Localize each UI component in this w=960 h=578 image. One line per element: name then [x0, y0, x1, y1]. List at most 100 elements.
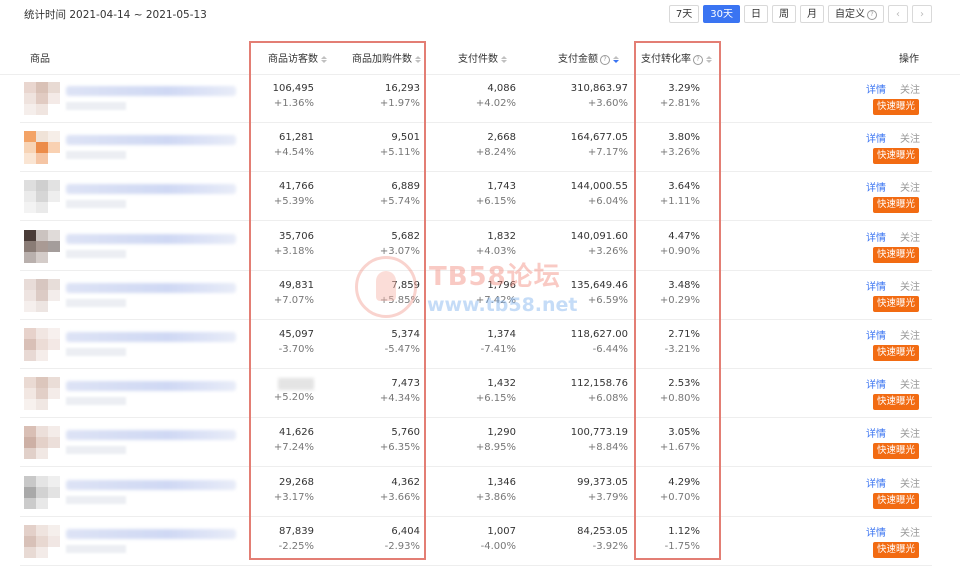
sort-icon	[415, 56, 421, 63]
paid-items-change: -7.41%	[480, 344, 516, 355]
quick-expose-button[interactable]: 快速曝光	[873, 295, 920, 312]
paid-items-value: 1,832	[487, 230, 516, 242]
paid-items-value: 1,346	[487, 476, 516, 488]
paid-items-cell: 4,086 +4.02%	[476, 81, 516, 111]
period-30d-button[interactable]: 30天	[703, 5, 740, 23]
quick-expose-button[interactable]: 快速曝光	[873, 443, 920, 460]
cart-value: 16,293	[385, 83, 420, 94]
product-thumbnail[interactable]	[24, 180, 60, 214]
detail-link[interactable]: 详情	[866, 229, 886, 244]
product-thumbnail[interactable]	[24, 328, 60, 361]
cart-change: -5.47%	[384, 344, 420, 355]
follow-link[interactable]: 关注	[900, 179, 920, 194]
paid-amount-change: +3.60%	[587, 98, 628, 109]
paid-amount-cell: 84,253.05 -3.92%	[577, 524, 628, 554]
follow-link[interactable]: 关注	[900, 81, 920, 96]
paid-amount-value: 100,773.19	[570, 427, 628, 439]
product-title-blurred[interactable]	[66, 86, 236, 96]
follow-link[interactable]: 关注	[900, 327, 920, 342]
quick-expose-button[interactable]: 快速曝光	[873, 246, 920, 263]
follow-link[interactable]: 关注	[900, 229, 920, 244]
conversion-cell: 3.05% +1.67%	[660, 425, 700, 455]
detail-link[interactable]: 详情	[866, 278, 886, 293]
period-week-button[interactable]: 周	[772, 5, 796, 23]
col-conversion[interactable]: 支付转化率?	[641, 50, 712, 65]
follow-link[interactable]: 关注	[900, 425, 920, 440]
product-title-blurred[interactable]	[66, 184, 236, 195]
product-title-blurred[interactable]	[66, 479, 236, 490]
product-title-blurred[interactable]	[66, 282, 236, 293]
next-period-button[interactable]: ›	[912, 5, 932, 23]
product-title-blurred[interactable]	[66, 528, 236, 539]
product-thumbnail[interactable]	[24, 377, 60, 411]
product-title-blurred[interactable]	[66, 233, 236, 244]
product-thumbnail[interactable]	[24, 278, 60, 312]
period-day-button[interactable]: 日	[744, 5, 768, 23]
conversion-cell: 4.29% +0.70%	[660, 475, 700, 505]
col-paid-items[interactable]: 支付件数	[458, 50, 507, 65]
follow-link[interactable]: 关注	[900, 278, 920, 293]
col-visitors[interactable]: 商品访客数	[268, 50, 327, 65]
detail-link[interactable]: 详情	[866, 130, 886, 145]
conversion-value: 1.12%	[668, 525, 700, 537]
paid-items-change: +8.95%	[475, 442, 516, 454]
product-thumbnail[interactable]	[24, 131, 60, 165]
follow-link[interactable]: 关注	[900, 130, 920, 145]
paid-amount-value: 99,373.05	[577, 476, 628, 488]
visitors-value: 45,097	[279, 329, 314, 340]
table-row: 49,831 +7.07% 7,859 +5.85% 1,796 +7.42% …	[20, 271, 932, 320]
conversion-change: +0.29%	[659, 294, 700, 306]
paid-items-cell: 2,668 +8.24%	[476, 130, 516, 160]
paid-amount-value: 144,000.55	[570, 181, 628, 193]
col-paid-amount[interactable]: 支付金额?	[558, 50, 619, 65]
product-thumbnail[interactable]	[24, 229, 60, 263]
period-month-button[interactable]: 月	[800, 5, 824, 23]
product-title-blurred[interactable]	[66, 381, 236, 392]
cart-value: 4,362	[391, 476, 420, 488]
product-title-blurred[interactable]	[66, 430, 236, 441]
sort-icon	[706, 56, 712, 63]
visitors-value: 41,766	[279, 181, 314, 193]
cart-value: 7,473	[391, 378, 420, 390]
table-row: 29,268 +3.17% 4,362 +3.66% 1,346 +3.86% …	[20, 468, 932, 517]
detail-link[interactable]: 详情	[866, 179, 886, 194]
quick-expose-button[interactable]: 快速曝光	[873, 99, 920, 115]
follow-link[interactable]: 关注	[900, 524, 920, 539]
visitors-change: +5.39%	[273, 196, 314, 208]
visitors-value-blurred	[278, 378, 314, 391]
paid-amount-change: +8.84%	[587, 442, 628, 454]
quick-expose-button[interactable]: 快速曝光	[873, 394, 920, 411]
product-thumbnail[interactable]	[24, 426, 60, 460]
paid-amount-change: +6.08%	[587, 393, 628, 405]
product-title-blurred[interactable]	[66, 135, 236, 146]
cart-cell: 6,404 -2.93%	[385, 524, 420, 554]
follow-link[interactable]: 关注	[900, 376, 920, 391]
detail-link[interactable]: 详情	[866, 376, 886, 391]
follow-link[interactable]: 关注	[900, 475, 920, 490]
product-thumbnail[interactable]	[24, 524, 60, 558]
product-thumbnail[interactable]	[24, 475, 60, 509]
quick-expose-button[interactable]: 快速曝光	[873, 345, 920, 361]
cart-change: +3.07%	[379, 245, 420, 257]
detail-link[interactable]: 详情	[866, 425, 886, 440]
detail-link[interactable]: 详情	[866, 475, 886, 490]
quick-expose-button[interactable]: 快速曝光	[873, 197, 920, 214]
quick-expose-button[interactable]: 快速曝光	[873, 541, 920, 558]
paid-items-change: +7.42%	[475, 294, 516, 306]
conversion-change: +2.81%	[659, 98, 700, 109]
prev-period-button[interactable]: ‹	[888, 5, 908, 23]
conversion-change: +1.67%	[659, 442, 700, 454]
quick-expose-button[interactable]: 快速曝光	[873, 492, 920, 509]
paid-items-cell: 1,743 +6.15%	[476, 179, 516, 209]
conversion-change: +0.70%	[659, 491, 700, 503]
quick-expose-button[interactable]: 快速曝光	[873, 148, 920, 165]
paid-items-cell: 1,290 +8.95%	[476, 425, 516, 455]
product-thumbnail[interactable]	[24, 82, 60, 115]
detail-link[interactable]: 详情	[866, 327, 886, 342]
period-custom-button[interactable]: 自定义?	[828, 5, 884, 23]
col-cart[interactable]: 商品加购件数	[352, 50, 421, 65]
detail-link[interactable]: 详情	[866, 81, 886, 96]
period-7d-button[interactable]: 7天	[668, 5, 700, 23]
detail-link[interactable]: 详情	[866, 524, 886, 539]
product-title-blurred[interactable]	[66, 332, 236, 342]
